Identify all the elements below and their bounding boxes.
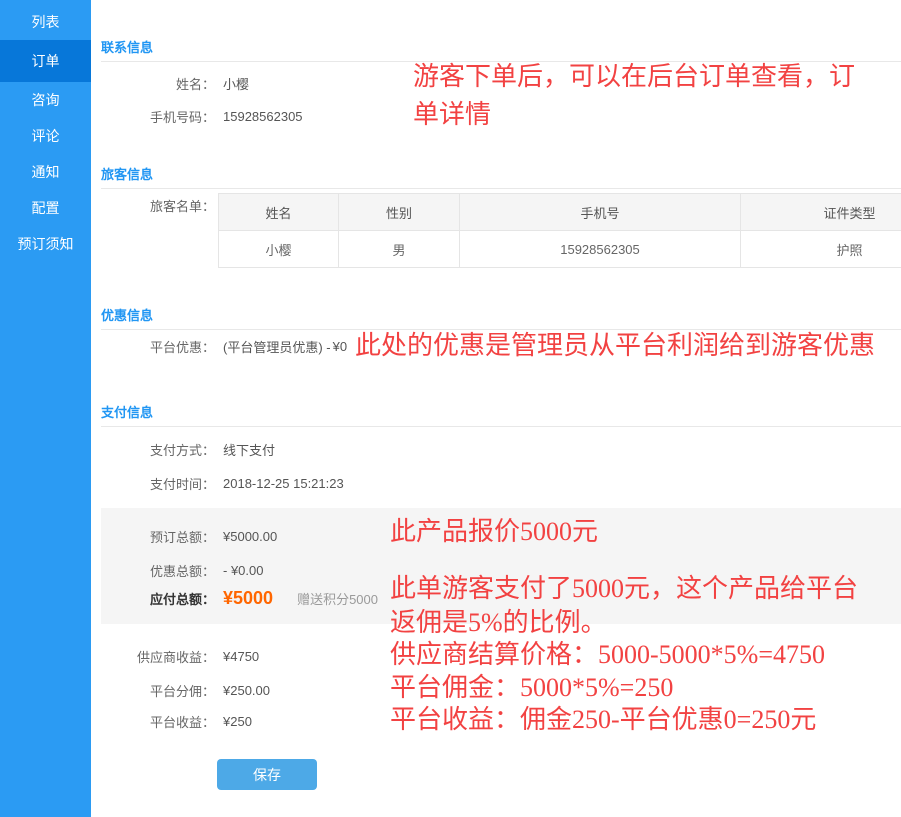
contact-phone-row: 手机号码： 15928562305 xyxy=(101,107,303,126)
passenger-gender-cell: 男 xyxy=(339,231,460,268)
annotation-commission-calc: 平台佣金：5000*5%=250 xyxy=(390,673,673,703)
platform-discount-row: 平台优惠： (平台管理员优惠) - ¥0 xyxy=(101,337,347,356)
contact-name-value: 小樱 xyxy=(223,74,249,93)
supplier-income-value: ¥4750 xyxy=(223,649,259,664)
passenger-list-label: 旅客名单： xyxy=(101,196,215,215)
payable-total-row: 应付总额： ¥5000 赠送积分5000 xyxy=(101,588,378,609)
platform-income-value: ¥250 xyxy=(223,714,252,729)
passenger-phone-cell: 15928562305 xyxy=(460,231,741,268)
sidebar-item-comments[interactable]: 评论 xyxy=(0,118,91,154)
payment-method-row: 支付方式： 线下支付 xyxy=(101,440,275,459)
payable-total-label: 应付总额： xyxy=(101,589,215,608)
platform-discount-amount: ¥0 xyxy=(333,339,347,354)
supplier-income-row: 供应商收益： ¥4750 xyxy=(101,647,259,666)
discount-info-title: 优惠信息 xyxy=(101,309,901,330)
annotation-discount-note: 此处的优惠是管理员从平台利润给到游客优惠 xyxy=(355,328,875,364)
save-button[interactable]: 保存 xyxy=(217,759,317,790)
payment-info-title: 支付信息 xyxy=(101,406,901,427)
order-detail-panel: 联系信息 姓名： 小樱 手机号码： 15928562305 旅客信息 旅客名单：… xyxy=(91,0,901,817)
payment-time-value: 2018-12-25 15:21:23 xyxy=(223,476,344,491)
discount-total-label: 优惠总额： xyxy=(101,561,215,580)
sidebar-item-booking-notes[interactable]: 预订须知 xyxy=(0,226,91,262)
contact-name-row: 姓名： 小樱 xyxy=(101,74,249,93)
discount-total-value: - ¥0.00 xyxy=(223,563,263,578)
platform-commission-row: 平台分佣： ¥250.00 xyxy=(101,681,270,700)
sidebar: 列表 订单 咨询 评论 通知 配置 预订须知 xyxy=(0,0,91,817)
passenger-info-title: 旅客信息 xyxy=(101,168,901,189)
contact-phone-value: 15928562305 xyxy=(223,109,303,124)
payable-total-value: ¥5000 xyxy=(223,588,273,609)
platform-discount-label: 平台优惠： xyxy=(101,337,215,356)
passenger-table: 姓名 性别 手机号 证件类型 小樱 男 15928562305 护照 xyxy=(218,193,901,268)
passenger-col-gender: 性别 xyxy=(339,194,460,231)
platform-commission-label: 平台分佣： xyxy=(101,681,215,700)
payment-method-label: 支付方式： xyxy=(101,440,215,459)
annotation-supplier-calc: 供应商结算价格：5000-5000*5%=4750 xyxy=(390,640,825,670)
annotation-order-view: 游客下单后，可以在后台订单查看，订 单详情 xyxy=(413,58,855,134)
passenger-name-cell: 小樱 xyxy=(219,231,339,268)
platform-income-row: 平台收益： ¥250 xyxy=(101,712,252,731)
supplier-income-label: 供应商收益： xyxy=(101,647,215,666)
contact-info-title: 联系信息 xyxy=(101,41,901,62)
sidebar-item-orders[interactable]: 订单 xyxy=(0,40,91,82)
platform-commission-value: ¥250.00 xyxy=(223,683,270,698)
contact-phone-label: 手机号码： xyxy=(101,107,215,126)
bonus-points: 赠送积分5000 xyxy=(297,589,378,608)
amount-summary-box: 预订总额： ¥5000.00 优惠总额： - ¥0.00 应付总额： ¥5000… xyxy=(101,508,901,624)
passenger-table-row: 小樱 男 15928562305 护照 xyxy=(219,231,901,268)
platform-discount-prefix: (平台管理员优惠) - xyxy=(223,337,331,356)
contact-name-label: 姓名： xyxy=(101,74,215,93)
payment-time-label: 支付时间： xyxy=(101,474,215,493)
passenger-table-header-row: 姓名 性别 手机号 证件类型 xyxy=(219,194,901,231)
payment-method-value: 线下支付 xyxy=(223,440,275,459)
discount-total-row: 优惠总额： - ¥0.00 xyxy=(101,561,263,580)
passenger-idtype-cell: 护照 xyxy=(741,231,901,268)
payment-time-row: 支付时间： 2018-12-25 15:21:23 xyxy=(101,474,344,493)
sidebar-item-config[interactable]: 配置 xyxy=(0,190,91,226)
booking-total-label: 预订总额： xyxy=(101,527,215,546)
annotation-income-calc: 平台收益：佣金250-平台优惠0=250元 xyxy=(390,705,816,735)
passenger-list-label-row: 旅客名单： xyxy=(101,196,215,215)
passenger-col-idtype: 证件类型 xyxy=(741,194,901,231)
sidebar-item-notices[interactable]: 通知 xyxy=(0,154,91,190)
booking-total-value: ¥5000.00 xyxy=(223,529,277,544)
passenger-col-name: 姓名 xyxy=(219,194,339,231)
booking-total-row: 预订总额： ¥5000.00 xyxy=(101,527,277,546)
passenger-col-phone: 手机号 xyxy=(460,194,741,231)
sidebar-item-consult[interactable]: 咨询 xyxy=(0,82,91,118)
sidebar-item-list[interactable]: 列表 xyxy=(0,4,91,40)
platform-income-label: 平台收益： xyxy=(101,712,215,731)
